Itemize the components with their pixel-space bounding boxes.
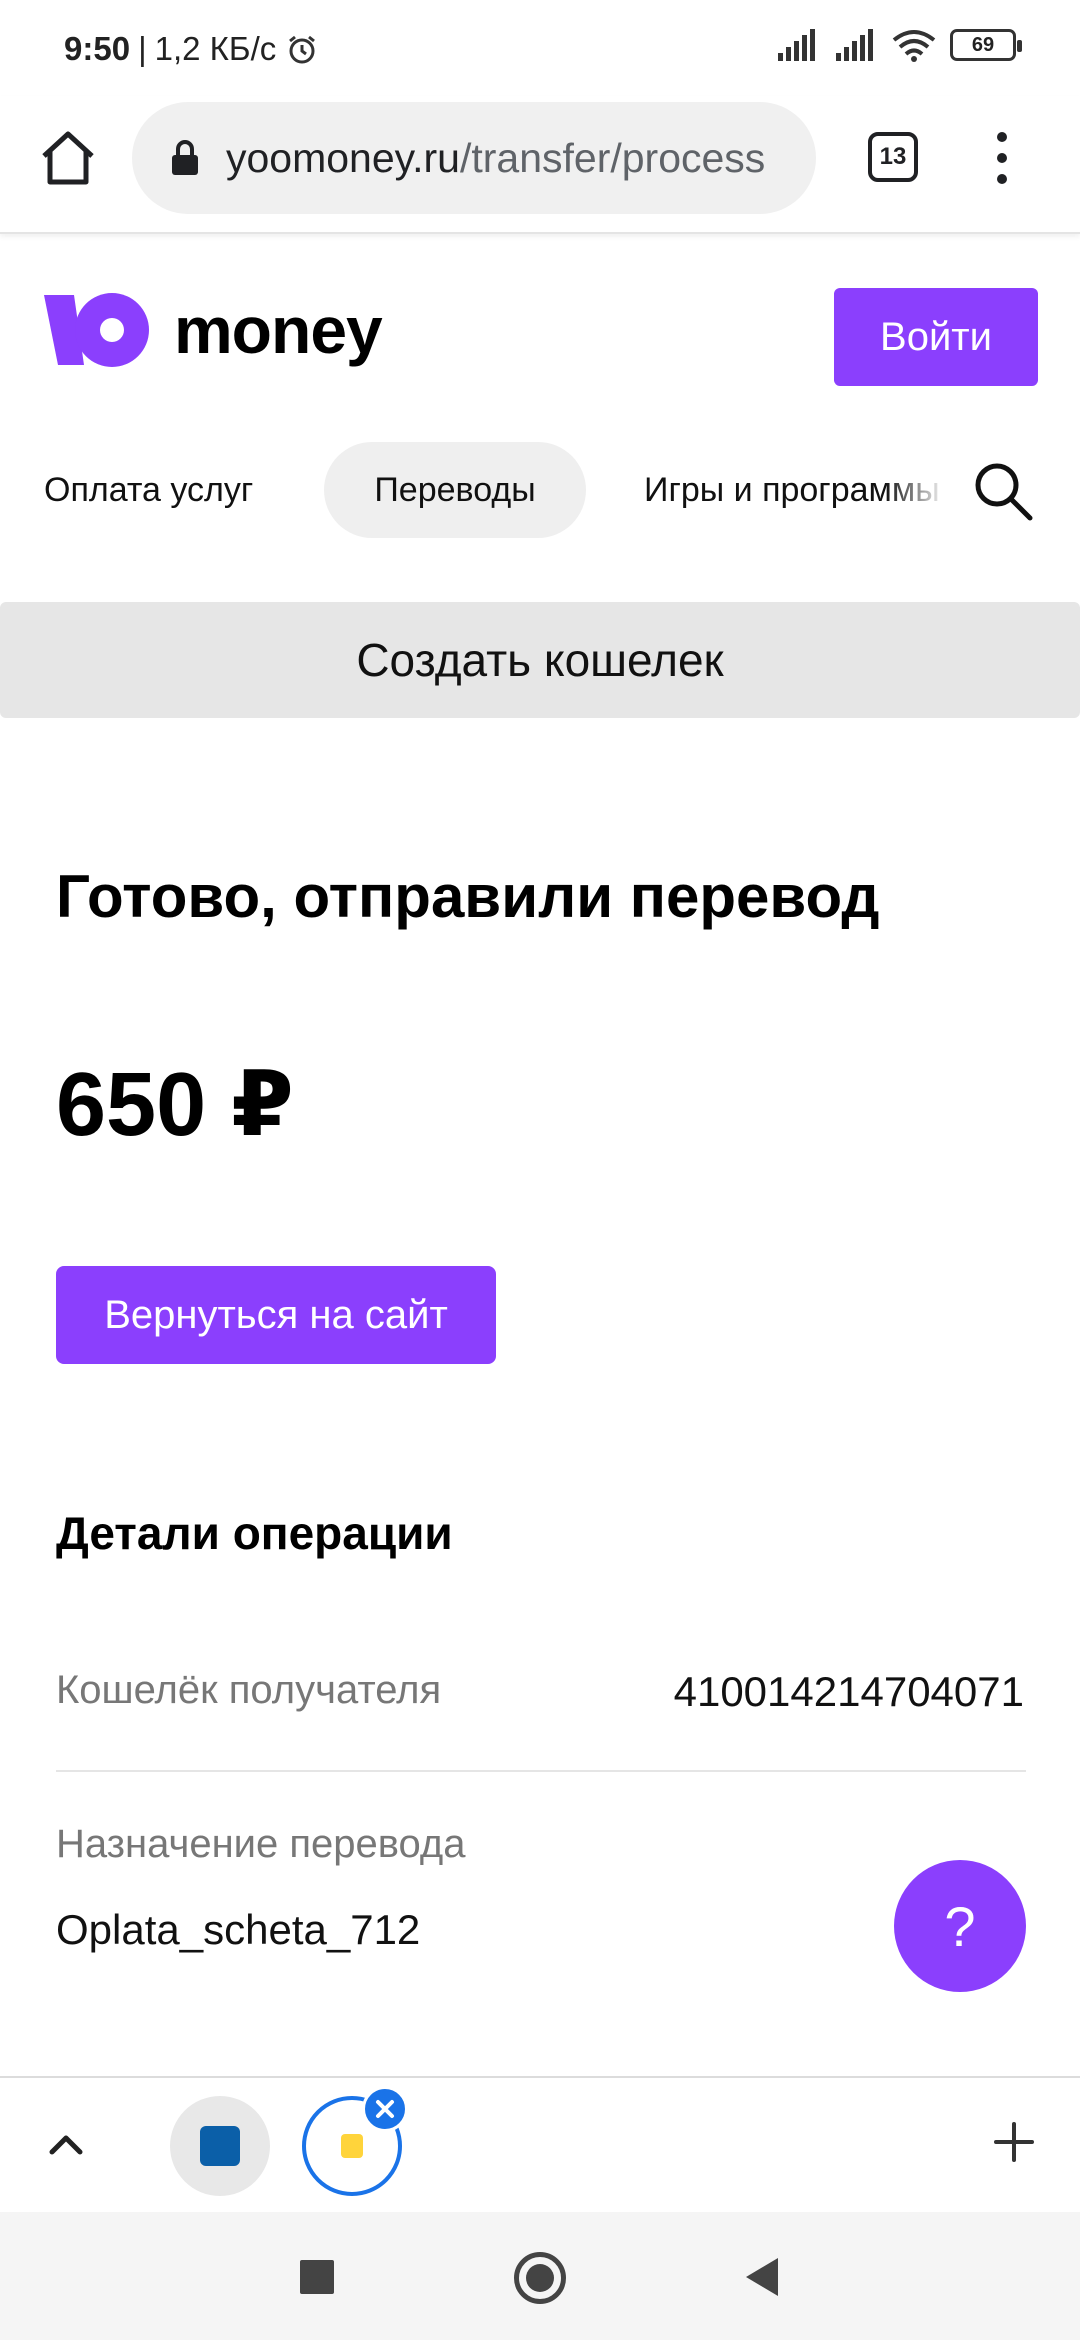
close-tab-icon[interactable] [362,2086,408,2132]
site-favicon-icon [200,2126,240,2166]
signal-icon [836,29,873,61]
help-button[interactable]: ? [894,1860,1026,1992]
login-button[interactable]: Войти [834,288,1038,386]
site-header: money Войти [0,236,1080,406]
status-bar: 9:50 | 1,2 КБ/с 69 [0,0,1080,96]
logo[interactable]: money [44,292,383,368]
url-text: yoomoney.ru/transfer/process [226,135,765,182]
page: 9:50 | 1,2 КБ/с 69 yoomoney.ru/transfer/… [0,0,1080,2340]
status-left: 9:50 | 1,2 КБ/с [64,30,318,68]
category-nav: Оплата услуг Переводы Игры и программы [0,442,1080,538]
url-host: yoomoney.ru [226,134,460,181]
status-speed: 1,2 КБ/с [154,30,277,67]
return-to-site-button[interactable]: Вернуться на сайт [56,1266,496,1364]
status-separator: | [138,30,147,67]
signal-icon [778,29,815,61]
new-tab-plus-icon[interactable] [990,2118,1038,2166]
logo-text: money [174,293,383,367]
home-icon[interactable] [36,126,100,190]
lock-favicon-icon [341,2134,363,2158]
alarm-icon [289,35,316,64]
search-icon[interactable] [972,460,1034,522]
nav-item-transfers[interactable]: Переводы [324,442,586,538]
transfer-purpose-label: Назначение перевода [56,1822,466,1866]
close-icon [376,2100,394,2118]
home-circle-icon[interactable] [514,2252,566,2304]
nav-item-games[interactable]: Игры и программы [644,442,946,538]
status-right: 69 [776,28,1022,62]
address-bar[interactable]: yoomoney.ru/transfer/process [132,102,816,214]
chevron-up-icon[interactable] [44,2122,88,2166]
nav-item-payments[interactable]: Оплата услуг [44,442,253,538]
browser-toolbar: yoomoney.ru/transfer/process 13 [0,96,1080,234]
back-icon[interactable] [744,2256,780,2298]
recipient-wallet-value: 410014214704071 [673,1668,1024,1715]
tab-thumbnail[interactable] [170,2096,270,2196]
wifi-icon [892,30,936,62]
recents-icon[interactable] [300,2260,334,2294]
lock-icon [172,140,198,175]
recipient-wallet-label: Кошелёк получателя [56,1668,442,1712]
battery-icon: 69 [950,29,1022,61]
system-nav-bar [0,2212,1080,2340]
bottom-tab-strip [0,2076,1080,2210]
tab-switcher-button[interactable]: 13 [868,132,918,182]
page-title: Готово, отправили перевод [56,863,880,930]
transfer-purpose-value: Oplata_scheta_712 [56,1906,421,1953]
details-title: Детали операции [56,1507,453,1559]
transfer-amount: 650 ₽ [56,1055,294,1155]
url-path: /transfer/process [459,134,766,181]
yoomoney-logo-icon [44,293,149,367]
details-divider [56,1770,1026,1772]
more-menu-icon[interactable] [988,126,1016,190]
create-wallet-button[interactable]: Создать кошелек [0,602,1080,718]
status-time: 9:50 [64,30,131,67]
